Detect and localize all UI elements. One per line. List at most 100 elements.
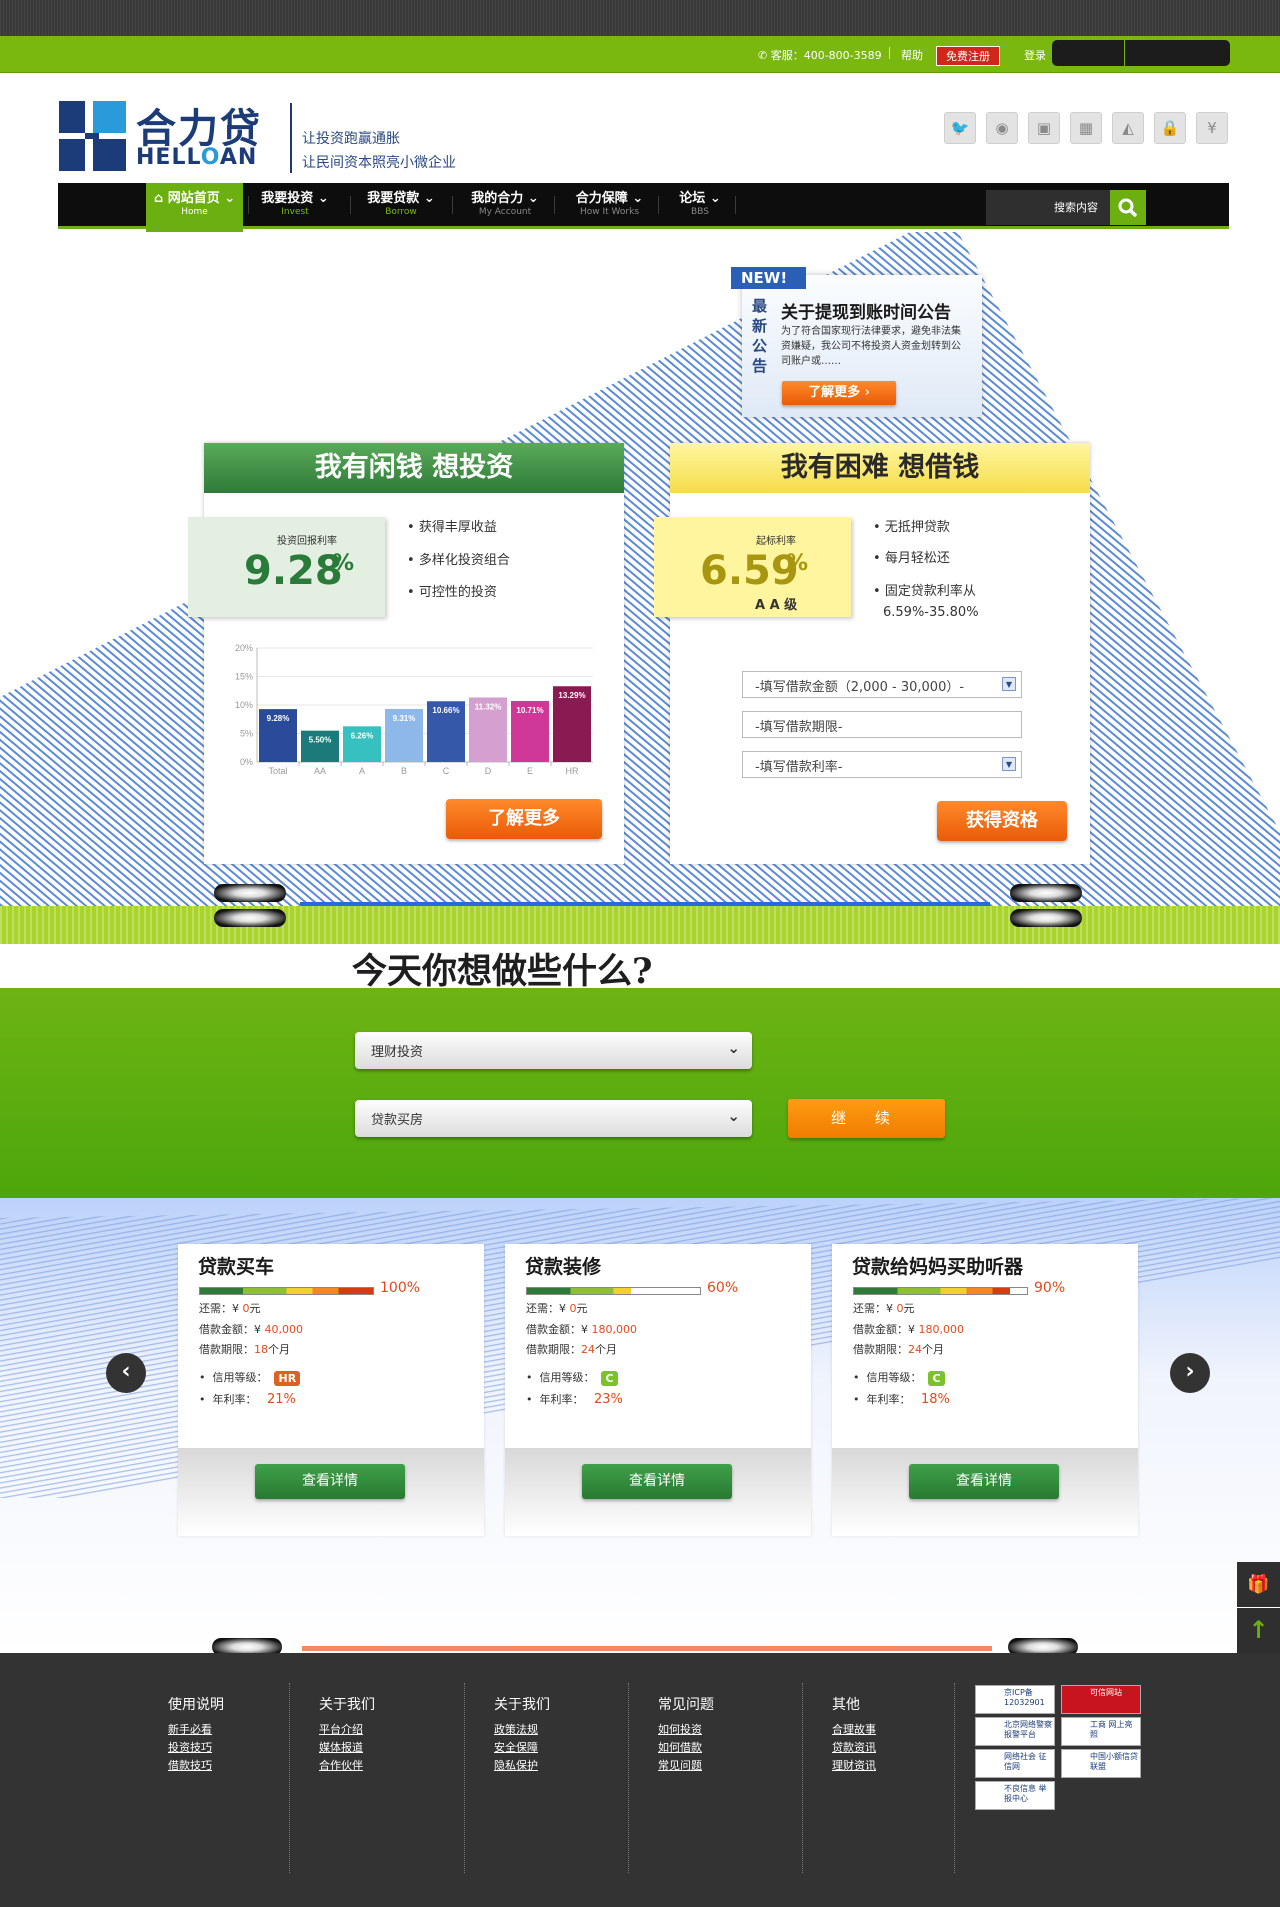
chart-data-label: 10.66% (432, 706, 459, 715)
footer-link[interactable]: 平台介绍 (319, 1721, 375, 1739)
footer-link[interactable]: 投资技巧 (168, 1739, 224, 1757)
chart-y-tick-label: 5% (240, 729, 253, 739)
listing-progress-bar (526, 1287, 701, 1295)
footer-link[interactable]: 如何借款 (658, 1739, 714, 1757)
password-input[interactable] (1125, 40, 1230, 66)
footer-link[interactable]: 借款技巧 (168, 1757, 224, 1775)
nav-invest[interactable]: 我要投资 ⌄ Invest (255, 187, 335, 217)
nav-bbs[interactable]: 论坛 ⌄ BBS (665, 187, 735, 217)
listing-progress-bar (853, 1287, 1028, 1295)
footer-link[interactable]: 隐私保护 (494, 1757, 550, 1775)
loan-bullet: 无抵押贷款 (873, 516, 950, 535)
today-heading: 今天你想做些什么? (352, 951, 653, 992)
camera-icon[interactable]: ▣ (1028, 112, 1060, 144)
new-tag: NEW! (731, 267, 806, 289)
footer-link[interactable]: 合理故事 (832, 1721, 876, 1739)
footer-divider (802, 1683, 803, 1873)
gift-button[interactable]: 🎁 (1237, 1562, 1280, 1607)
chart-x-tick-label: E (527, 766, 533, 776)
arrow-up-icon: ↑ (1248, 1616, 1269, 1644)
footer-link[interactable]: 如何投资 (658, 1721, 714, 1739)
back-to-top-button[interactable]: ↑ (1237, 1608, 1280, 1653)
footer-link[interactable]: 常见问题 (658, 1757, 714, 1775)
lock-icon[interactable]: 🔒 (1154, 112, 1186, 144)
listing-period: 借款期限：18个月 (199, 1343, 290, 1356)
chevron-down-icon: ⌄ (727, 1107, 740, 1125)
listing-grade: • 信用等级： C (526, 1369, 618, 1386)
footer-link[interactable]: 合作伙伴 (319, 1757, 375, 1775)
carousel-next-button[interactable]: › (1170, 1353, 1210, 1393)
police-badge[interactable]: 北京网络警察报警平台 (975, 1717, 1055, 1746)
view-details-button[interactable]: 查看详情 (582, 1464, 732, 1499)
purpose-select[interactable]: 贷款买房 ⌄ (355, 1100, 752, 1137)
map-icon[interactable]: ◭ (1112, 112, 1144, 144)
chart-x-tick-label: D (485, 766, 492, 776)
invest-learn-more-button[interactable]: 了解更多 (446, 799, 602, 839)
logo-english: HELLOAN (136, 145, 258, 170)
footer-link[interactable]: 媒体报道 (319, 1739, 375, 1757)
register-button[interactable]: 免费注册 (936, 46, 1000, 66)
report-center-badge[interactable]: 不良信息 举报中心 (975, 1781, 1055, 1810)
nav-home[interactable]: ⌂ 网站首页 ⌄ Home (146, 187, 243, 217)
chart-data-label: 11.32% (475, 702, 502, 711)
listing-remaining: 还需：¥ 0元 (526, 1302, 588, 1315)
logo-mark[interactable] (59, 101, 126, 171)
chart-x-tick-label: A (359, 766, 365, 776)
yen-icon[interactable]: ¥ (1196, 112, 1228, 144)
credit-network-badge[interactable]: 网络社会 征信网 (975, 1749, 1055, 1778)
nav-borrow[interactable]: 我要贷款 ⌄ Borrow (358, 187, 444, 217)
nav-my-account[interactable]: 我的合力 ⌄ My Account (460, 187, 550, 217)
invest-rate-unit: % (332, 551, 355, 576)
listing-progress-percent: 60% (707, 1280, 739, 1296)
carousel-prev-button[interactable]: ‹ (106, 1353, 146, 1393)
notice-more-button[interactable]: 了解更多 › (782, 381, 896, 405)
footer-link[interactable]: 理财资讯 (832, 1757, 876, 1775)
microfinance-badge[interactable]: 中国小额信贷联盟 (1061, 1749, 1141, 1778)
chart-data-label: 9.31% (393, 714, 416, 723)
footer-accent-line (302, 1646, 992, 1651)
nav-divider (658, 196, 659, 214)
footer-link[interactable]: 新手必看 (168, 1721, 224, 1739)
footer-column: 使用说明 新手必看 投资技巧 借款技巧 (168, 1694, 224, 1775)
icp-badge[interactable]: 京ICP备 12032901 (975, 1685, 1055, 1714)
help-link[interactable]: 帮助 (901, 47, 923, 63)
listing-title: 贷款买车 (198, 1256, 275, 1278)
notice-side-label: 最新公告 (752, 297, 768, 375)
twitter-icon[interactable]: 🐦 (944, 112, 976, 144)
footer-link[interactable]: 政策法规 (494, 1721, 550, 1739)
nav-how-it-works[interactable]: 合力保障 ⌄ How It Works (562, 187, 657, 217)
weibo-icon[interactable]: ◉ (986, 112, 1018, 144)
loan-rate-label: 起标利率 (756, 536, 796, 547)
footer-divider (289, 1683, 290, 1873)
nav-divider (248, 196, 249, 214)
chart-data-label: 5.50% (309, 736, 332, 745)
notice-body: 为了符合国家现行法律要求，避免非法集资嫌疑，我公司不将投资人资金划转到公司账户或… (781, 326, 961, 367)
loan-rate-select[interactable]: -填写借款利率- ▼ (742, 751, 1022, 778)
invest-bullet: 获得丰厚收益 (407, 516, 497, 535)
footer-link[interactable]: 安全保障 (494, 1739, 550, 1757)
business-license-badge[interactable]: 工商 网上亮照 (1061, 1717, 1141, 1746)
goal-select[interactable]: 理财投资 ⌄ (355, 1032, 752, 1069)
loan-bullet: 固定贷款利率从 (873, 580, 976, 599)
footer-link[interactable]: 贷款资讯 (832, 1739, 876, 1757)
search-input[interactable]: 搜索内容 (986, 190, 1110, 225)
invest-card-title: 我有闲钱 想投资 (204, 443, 624, 493)
trusted-site-badge[interactable]: 可信网站 (1061, 1685, 1141, 1714)
grade-badge: C (928, 1370, 945, 1386)
notice-title[interactable]: 关于提现到账时间公告 (781, 298, 951, 323)
nav-divider (554, 196, 555, 214)
login-link[interactable]: 登录 (1024, 47, 1046, 63)
search-button[interactable] (1110, 190, 1146, 225)
listing-progress-percent: 100% (380, 1280, 421, 1296)
view-details-button[interactable]: 查看详情 (255, 1464, 405, 1499)
username-input[interactable] (1052, 40, 1124, 66)
nav-divider (350, 196, 351, 214)
get-qualified-button[interactable]: 获得资格 (937, 801, 1067, 841)
photo-icon[interactable]: ▦ (1070, 112, 1102, 144)
continue-button[interactable]: 继 续 (788, 1099, 945, 1138)
loan-listing-card: 贷款给妈妈买助听器 90% 还需：¥ 0元 借款金额：¥ 180,000 借款期… (832, 1244, 1138, 1536)
loan-period-input[interactable]: -填写借款期限- (742, 711, 1022, 738)
footer-divider (464, 1683, 465, 1873)
view-details-button[interactable]: 查看详情 (909, 1464, 1059, 1499)
loan-amount-select[interactable]: -填写借款金额（2,000 - 30,000）- ▼ (742, 671, 1022, 698)
